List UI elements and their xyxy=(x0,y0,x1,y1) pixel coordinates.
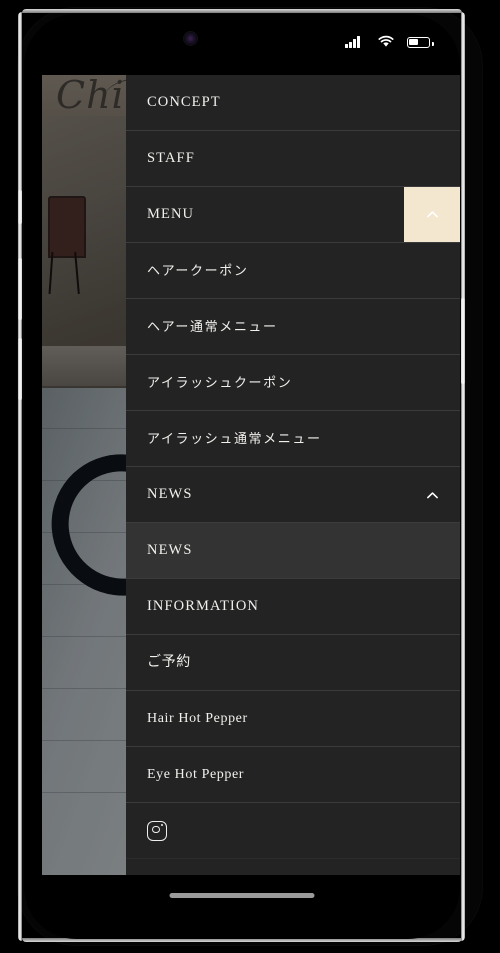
nav-item-news[interactable]: NEWS xyxy=(126,467,460,523)
wifi-icon xyxy=(378,35,394,47)
nav-item-ヘアークーポン[interactable]: ヘアークーポン xyxy=(126,243,460,299)
nav-item-アイラッシュクーポン[interactable]: アイラッシュクーポン xyxy=(126,355,460,411)
nav-item-label: Hair Hot Pepper xyxy=(147,710,248,726)
front-camera-icon xyxy=(184,32,197,45)
phone-frame-edge-top xyxy=(22,9,462,13)
nav-item-label: INFORMATION xyxy=(147,598,259,615)
mute-switch[interactable] xyxy=(18,190,22,224)
nav-item-label: アイラッシュクーポン xyxy=(147,375,293,390)
chevron-up-icon xyxy=(426,208,439,221)
cellular-signal-icon xyxy=(345,36,360,48)
phone-screen: Chi CONCEPT STAFF MENU ヘアークーポン ヘアー通常メニュー アイラッ… xyxy=(24,14,460,939)
instagram-icon[interactable] xyxy=(147,820,167,841)
nav-item-label: アイラッシュ通常メニュー xyxy=(147,431,322,446)
phone-frame-edge-left xyxy=(18,12,22,941)
nav-item-label: CONCEPT xyxy=(147,94,221,111)
nav-item-label: NEWS xyxy=(147,486,193,503)
nav-item-staff[interactable]: STAFF xyxy=(126,131,460,187)
home-indicator-bar[interactable] xyxy=(169,893,315,898)
nav-item-label: NEWS xyxy=(147,542,193,559)
navigation-drawer: CONCEPT STAFF MENU ヘアークーポンヘアー通常メニュー アイラッシュクー… xyxy=(126,75,460,875)
nav-item-label: Eye Hot Pepper xyxy=(147,766,245,782)
battery-icon xyxy=(407,37,434,48)
nav-item-eye-hot-pepper[interactable]: Eye Hot Pepper xyxy=(126,747,460,803)
phone-frame-edge-right xyxy=(461,12,465,941)
volume-up-button[interactable] xyxy=(18,258,22,320)
notch xyxy=(151,14,333,40)
nav-item-label: MENU xyxy=(147,206,195,223)
nav-item-hair-hot-pepper[interactable]: Hair Hot Pepper xyxy=(126,691,460,747)
nav-item-information[interactable]: INFORMATION xyxy=(126,579,460,635)
nav-item-ヘアー通常メニュー[interactable]: ヘアー通常メニュー xyxy=(126,299,460,355)
nav-item-アイラッシュ通常メニュー[interactable]: アイラッシュ通常メニュー xyxy=(126,411,460,467)
nav-item-label: STAFF xyxy=(147,150,195,167)
nav-item-label: ヘアー通常メニュー xyxy=(147,319,278,334)
social-row xyxy=(126,803,460,859)
nav-item-news[interactable]: NEWS xyxy=(126,523,460,579)
volume-down-button[interactable] xyxy=(18,338,22,400)
status-bar xyxy=(24,14,460,76)
nav-item-concept[interactable]: CONCEPT xyxy=(126,75,460,131)
submenu-toggle-menu[interactable] xyxy=(404,187,460,242)
submenu-toggle-news[interactable] xyxy=(424,467,440,523)
nav-item-label: ヘアークーポン xyxy=(147,263,249,278)
nav-item-menu[interactable]: MENU xyxy=(126,187,460,243)
nav-item-ご予約[interactable]: ご予約 xyxy=(126,635,460,691)
nav-item-label: ご予約 xyxy=(147,654,191,670)
chevron-up-icon xyxy=(426,489,439,502)
power-button[interactable] xyxy=(461,298,465,384)
